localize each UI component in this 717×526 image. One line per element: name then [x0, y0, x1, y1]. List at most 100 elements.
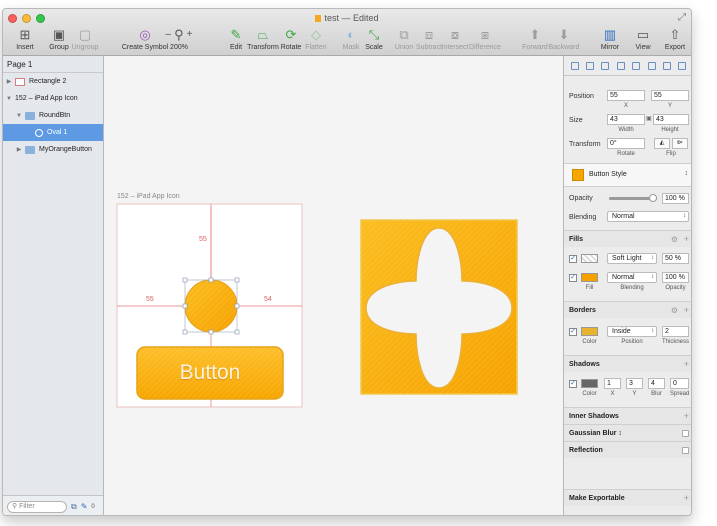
layer-list: ▶ Rectangle 2 ▼ 152 – iPad App Icon ▼ RoundBt…: [3, 73, 103, 158]
shadow-x-field[interactable]: 1: [604, 378, 621, 389]
opacity-slider-knob[interactable]: [649, 194, 657, 202]
reflection-toggle[interactable]: [682, 447, 689, 454]
zoom-in-button[interactable]: +: [187, 29, 193, 40]
align-bottom-icon[interactable]: [678, 61, 687, 70]
page-filter-icon[interactable]: ⧉: [71, 502, 77, 512]
border-checkbox[interactable]: ✓: [569, 328, 577, 336]
toolbar-label: Backward: [548, 44, 580, 51]
toolbar-ungroup-button[interactable]: ▢ Ungroup: [65, 26, 105, 52]
reflection-section-header[interactable]: Reflection: [564, 441, 691, 458]
toolbar-label: 200%: [170, 44, 188, 51]
add-inner-shadow-icon[interactable]: +: [684, 408, 689, 425]
border-position-select[interactable]: Inside: [607, 326, 657, 337]
fill-2-opacity[interactable]: 100 %: [662, 272, 689, 283]
layers-panel: Page 1 ▶ Rectangle 2 ▼ 152 – iPad App Icon ▼…: [3, 56, 104, 515]
fill-opacity-caption: Opacity: [665, 285, 686, 291]
fills-settings-icon[interactable]: ⚙: [671, 231, 678, 248]
blending-label: Blending: [569, 214, 597, 221]
toolbar-zoom-button[interactable]: – ⚲ +200%: [159, 26, 199, 52]
disclosure-closed-icon[interactable]: ▶: [15, 146, 23, 153]
fill-2-checkbox[interactable]: ✓: [569, 274, 577, 282]
distribute-horizontal-icon[interactable]: [570, 61, 579, 70]
blending-select[interactable]: Normal: [607, 211, 689, 222]
page-selector[interactable]: Page 1: [3, 56, 103, 73]
add-export-icon[interactable]: +: [684, 490, 689, 507]
shadow-spread-field[interactable]: 0: [670, 378, 689, 389]
disclosure-closed-icon[interactable]: ▶: [5, 78, 13, 85]
borders-settings-icon[interactable]: ⚙: [671, 302, 678, 319]
add-fill-icon[interactable]: +: [684, 231, 689, 248]
canvas[interactable]: 152 – iPad App Icon 55 55 54 Button: [104, 56, 563, 515]
fill-1-blend-select[interactable]: Soft Light: [607, 253, 657, 264]
folder-icon: [25, 145, 35, 154]
inner-shadows-section-header[interactable]: Inner Shadows +: [564, 407, 691, 425]
fill-1-swatch[interactable]: [581, 254, 598, 263]
distribute-vertical-icon[interactable]: [586, 61, 595, 70]
add-border-icon[interactable]: +: [684, 302, 689, 319]
zoom-out-button[interactable]: –: [166, 29, 172, 40]
filter-input[interactable]: ⚲ Filter: [7, 500, 67, 513]
zoom-icon: – ⚲ +: [159, 26, 199, 43]
disclosure-open-icon[interactable]: ▼: [15, 113, 23, 119]
fills-section-header[interactable]: Fills ⚙ +: [564, 230, 691, 248]
canvas-drawing: [116, 203, 518, 408]
fill-1-opacity[interactable]: 50 %: [662, 253, 689, 264]
height-field[interactable]: 43: [653, 114, 689, 125]
align-middle-icon[interactable]: [662, 61, 671, 70]
border-position-caption: Position: [621, 339, 643, 345]
layer-item[interactable]: ▼ 152 – iPad App Icon: [3, 90, 103, 107]
width-field[interactable]: 43: [607, 114, 645, 125]
filter-count: 0: [91, 503, 95, 510]
gaussian-blur-toggle[interactable]: [682, 430, 689, 437]
fill-2-swatch[interactable]: [581, 273, 598, 282]
layer-item[interactable]: ▼ RoundBtn: [3, 107, 103, 124]
rotate-field[interactable]: 0°: [607, 138, 645, 149]
position-label: Position: [569, 93, 594, 100]
shadow-y-field[interactable]: 3: [626, 378, 643, 389]
opacity-label: Opacity: [569, 195, 593, 202]
fill-2-blend-select[interactable]: Normal: [607, 272, 657, 283]
position-x-field[interactable]: 55: [607, 90, 645, 101]
layer-item[interactable]: ▶ Rectangle 2: [3, 73, 103, 90]
folder-icon: [25, 111, 35, 120]
opacity-slider[interactable]: [609, 194, 657, 202]
disclosure-open-icon[interactable]: ▼: [5, 96, 13, 102]
window-title-text: test: [324, 13, 339, 23]
layer-item[interactable]: Oval 1: [3, 124, 103, 141]
position-y-field[interactable]: 55: [651, 90, 689, 101]
layer-label: MyOrangeButton: [39, 146, 92, 153]
gaussian-blur-chevron-icon: ↕: [618, 430, 622, 437]
shared-style-selector[interactable]: Button Style ↕: [564, 163, 691, 187]
shadow-checkbox[interactable]: ✓: [569, 380, 577, 388]
add-shadow-icon[interactable]: +: [684, 356, 689, 373]
shadow-blur-field[interactable]: 4: [648, 378, 665, 389]
oval-1[interactable]: [184, 279, 238, 333]
brush-icon[interactable]: ✎: [81, 502, 88, 511]
gaussian-blur-section-header[interactable]: Gaussian Blur ↕: [564, 424, 691, 441]
shadow-swatch[interactable]: [581, 379, 598, 388]
fills-title: Fills: [569, 236, 584, 243]
fill-1-checkbox[interactable]: ✓: [569, 255, 577, 263]
toolbar-export-button[interactable]: ⇧ Export: [655, 26, 691, 52]
flip-horizontal-button[interactable]: ◭: [654, 138, 670, 149]
shadows-section-header[interactable]: Shadows +: [564, 355, 691, 373]
border-swatch[interactable]: [581, 327, 598, 336]
app-icon-preview[interactable]: [360, 219, 518, 395]
fullscreen-icon[interactable]: ⤢: [678, 12, 686, 23]
fill-caption: Fill: [585, 285, 594, 291]
layer-item[interactable]: ▶ MyOrangeButton: [3, 141, 103, 158]
toolbar-flatten-button[interactable]: ◇ Flatten: [296, 26, 336, 52]
make-exportable-section-header[interactable]: Make Exportable +: [564, 489, 691, 507]
align-left-icon[interactable]: [601, 61, 610, 70]
align-center-icon[interactable]: [616, 61, 625, 70]
borders-section-header[interactable]: Borders ⚙ +: [564, 301, 691, 319]
flip-vertical-button[interactable]: ⧐: [672, 138, 688, 149]
align-top-icon[interactable]: [647, 61, 656, 70]
toolbar-backward-button[interactable]: ⬇ Backward: [544, 26, 584, 52]
lock-icon[interactable]: ▣: [646, 115, 652, 122]
toolbar-difference-button[interactable]: ⧆ Difference: [465, 26, 505, 52]
opacity-field[interactable]: 100 %: [662, 193, 689, 204]
border-thickness-field[interactable]: 2: [662, 326, 689, 337]
align-right-icon[interactable]: [632, 61, 641, 70]
x-caption: X: [623, 103, 628, 109]
